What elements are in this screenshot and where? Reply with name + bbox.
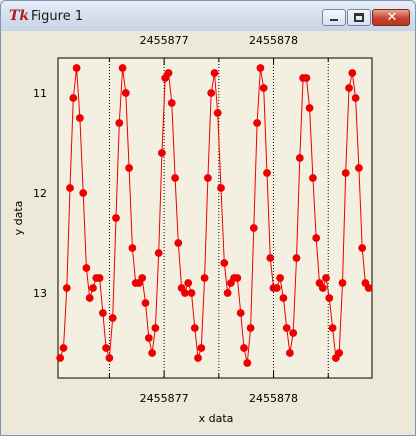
data-point — [69, 94, 78, 102]
data-point — [345, 84, 353, 92]
data-point — [305, 104, 314, 112]
data-point — [223, 289, 232, 297]
data-point — [272, 284, 281, 292]
data-point — [99, 309, 107, 317]
x-tick-label: 2455878 — [249, 392, 298, 405]
data-point — [171, 174, 180, 182]
data-point — [256, 64, 265, 72]
data-point — [148, 349, 157, 357]
data-point — [151, 324, 160, 332]
data-point — [279, 294, 288, 302]
y-axis-label: y data — [12, 201, 25, 236]
data-point — [246, 324, 255, 332]
data-point — [197, 344, 206, 352]
data-point — [76, 114, 84, 122]
data-point — [108, 314, 117, 322]
data-point — [62, 284, 71, 292]
data-point — [204, 174, 212, 182]
data-point — [364, 284, 373, 292]
data-point — [115, 119, 124, 127]
data-point — [194, 354, 202, 362]
data-point — [141, 299, 150, 307]
data-point — [59, 344, 68, 352]
chart-canvas: 2455877 2455877 2455878 2455878 11 12 13 x dat… — [12, 34, 373, 425]
data-point — [328, 324, 337, 332]
data-point — [89, 284, 97, 292]
data-point — [355, 164, 363, 172]
x-axis-label: x data — [199, 412, 234, 425]
data-point — [233, 274, 242, 282]
data-point — [309, 174, 317, 182]
data-point — [292, 254, 301, 262]
data-point — [220, 259, 229, 267]
x-tick-label-top: 2455877 — [140, 34, 189, 47]
data-point — [187, 289, 196, 297]
data-point — [85, 294, 94, 302]
data-point — [138, 274, 147, 282]
data-point — [112, 214, 120, 222]
data-point — [217, 184, 225, 192]
y-tick-label: 12 — [33, 187, 47, 200]
y-tick-label: 13 — [33, 287, 47, 300]
data-point — [289, 329, 298, 337]
data-point — [118, 64, 127, 72]
data-point — [72, 64, 81, 72]
data-point — [266, 254, 275, 262]
data-point — [312, 234, 321, 242]
data-point — [167, 99, 176, 107]
plot-area — [57, 57, 373, 379]
data-point — [164, 69, 173, 77]
data-point — [102, 344, 110, 352]
x-tick-label-top: 2455878 — [249, 34, 298, 47]
data-point — [207, 89, 216, 97]
data-point — [79, 189, 88, 197]
data-point — [263, 169, 271, 177]
data-point — [249, 224, 258, 232]
data-point — [66, 184, 74, 192]
data-point — [174, 239, 183, 247]
data-point — [200, 274, 209, 282]
data-point — [240, 344, 248, 352]
data-point — [184, 279, 193, 287]
data-point — [213, 109, 222, 117]
data-point — [302, 74, 311, 82]
data-point — [144, 334, 153, 342]
x-tick-label: 2455877 — [140, 392, 189, 405]
data-point — [341, 169, 350, 177]
data-point — [121, 89, 130, 97]
data-point — [95, 274, 104, 282]
data-point — [82, 264, 91, 272]
data-point — [351, 94, 360, 102]
data-point — [282, 324, 291, 332]
data-point — [125, 164, 134, 172]
data-point — [154, 249, 163, 257]
data-point — [286, 349, 294, 357]
data-point — [259, 84, 268, 92]
data-point — [243, 359, 252, 367]
data-point — [295, 154, 304, 162]
data-point — [358, 244, 367, 252]
data-point — [190, 324, 199, 332]
data-point — [158, 149, 166, 157]
data-point — [325, 294, 334, 302]
data-point — [236, 309, 245, 317]
data-point — [181, 289, 189, 297]
data-point — [276, 274, 285, 282]
data-point — [322, 274, 330, 282]
data-point — [105, 354, 114, 362]
data-point — [318, 284, 327, 292]
data-point — [56, 354, 65, 362]
y-tick-label: 11 — [33, 87, 47, 100]
data-point — [253, 119, 262, 127]
data-point — [338, 279, 347, 287]
data-point — [348, 69, 357, 77]
data-point — [210, 69, 219, 77]
data-point — [335, 349, 344, 357]
data-point — [128, 244, 137, 252]
